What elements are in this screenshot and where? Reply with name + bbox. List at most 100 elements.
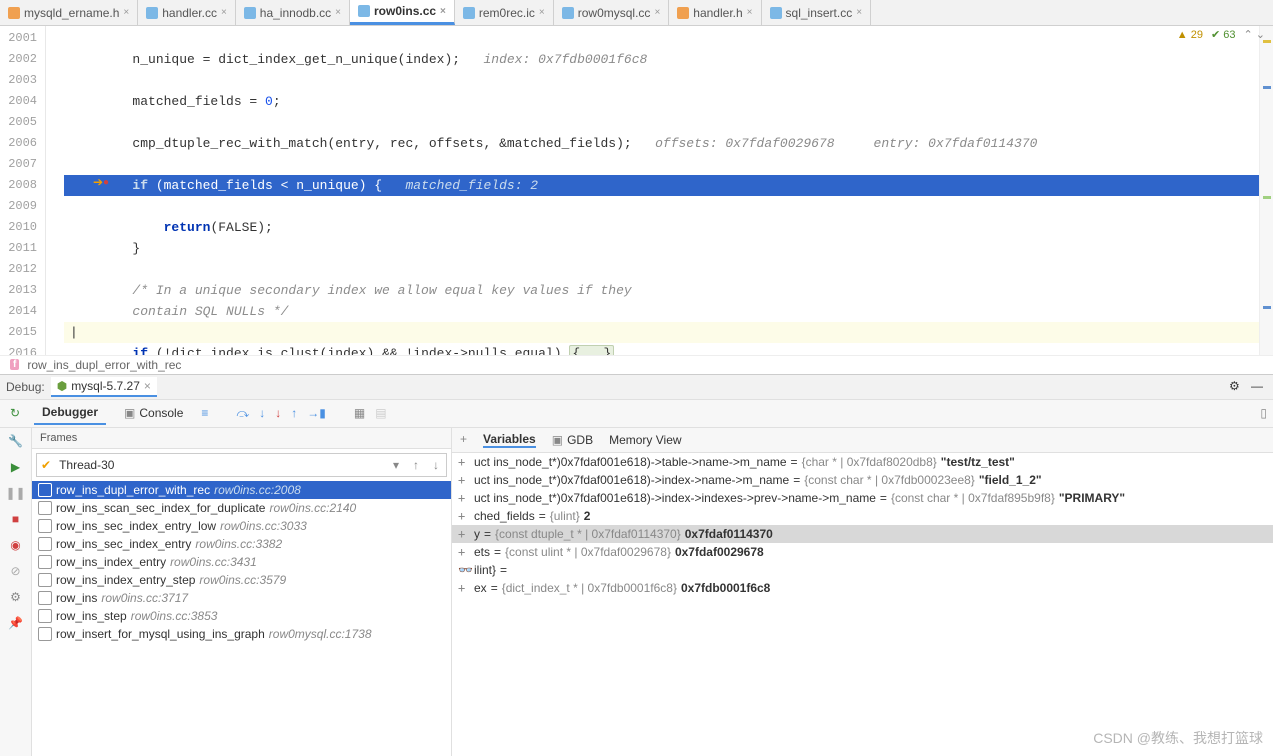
tab-label: sql_insert.cc	[786, 6, 853, 20]
force-step-into-icon[interactable]: ↓	[275, 406, 281, 420]
resume-icon[interactable]: ▶	[7, 458, 25, 476]
var-value: 2	[584, 509, 591, 523]
stack-frame[interactable]: row_ins_sec_index_entry_low row0ins.cc:3…	[32, 517, 451, 535]
editor-tab[interactable]: handler.h×	[669, 0, 761, 25]
show-exec-point-icon[interactable]: ≡	[201, 406, 208, 420]
thread-selector[interactable]: ✔ Thread-30 ▾ ↑ ↓	[36, 453, 447, 477]
var-name: uct ins_node_t*)0x7fdaf001e618)->table->…	[474, 455, 787, 469]
stack-frame[interactable]: row_ins_sec_index_entry row0ins.cc:3382	[32, 535, 451, 553]
gdb-tab[interactable]: ▣GDB	[552, 432, 593, 448]
variable-row[interactable]: + uct ins_node_t*)0x7fdaf001e618)->table-…	[452, 453, 1273, 471]
trace-icon[interactable]: ▤	[375, 406, 386, 420]
frame-function: row_ins_sec_index_entry	[56, 537, 191, 551]
breadcrumb-function[interactable]: row_ins_dupl_error_with_rec	[27, 358, 181, 372]
close-icon[interactable]: ×	[440, 6, 446, 17]
var-value: "PRIMARY"	[1059, 491, 1125, 505]
var-name: uct ins_node_t*)0x7fdaf001e618)->index->…	[474, 491, 876, 505]
stop-icon[interactable]: ■	[7, 510, 25, 528]
variables-tab[interactable]: Variables	[483, 432, 536, 448]
stack-frame[interactable]: row_ins_index_entry row0ins.cc:3431	[32, 553, 451, 571]
editor-tab[interactable]: ha_innodb.cc×	[236, 0, 350, 25]
var-value: 0x7fdb0001f6c8	[681, 581, 770, 595]
editor-tab[interactable]: row0mysql.cc×	[554, 0, 670, 25]
stack-frame[interactable]: row_ins row0ins.cc:3717	[32, 589, 451, 607]
editor-tab[interactable]: handler.cc×	[138, 0, 236, 25]
var-type: {dict_index_t * | 0x7fdb0001f6c8}	[502, 581, 677, 595]
settings-icon[interactable]: ⚙	[7, 588, 25, 606]
frame-icon	[38, 627, 52, 641]
close-icon[interactable]: ×	[654, 7, 660, 18]
minimize-icon[interactable]: —	[1251, 379, 1267, 395]
step-into-icon[interactable]: ↓	[259, 406, 265, 420]
expand-icon[interactable]: +	[458, 581, 470, 595]
stack-frame[interactable]: row_insert_for_mysql_using_ins_graph row…	[32, 625, 451, 643]
minimap[interactable]	[1259, 26, 1273, 355]
console-tab[interactable]: ▣Console	[116, 402, 191, 424]
view-breakpoints-icon[interactable]: ◉	[7, 536, 25, 554]
variable-row[interactable]: + uct ins_node_t*)0x7fdaf001e618)->index-…	[452, 489, 1273, 507]
pin-icon[interactable]: 📌	[7, 614, 25, 632]
code-view[interactable]: n_unique = dict_index_get_n_unique(index…	[64, 26, 1259, 355]
add-watch-icon[interactable]: +	[460, 432, 467, 448]
step-out-icon[interactable]: ↑	[291, 406, 297, 420]
frame-function: row_ins_index_entry_step	[56, 573, 195, 587]
variable-row[interactable]: +ex = {dict_index_t * | 0x7fdb0001f6c8} …	[452, 579, 1273, 597]
stack-frame[interactable]: row_ins_scan_sec_index_for_duplicate row…	[32, 499, 451, 517]
mute-breakpoints-icon[interactable]: ⊘	[7, 562, 25, 580]
frame-icon	[38, 555, 52, 569]
debugger-tab[interactable]: Debugger	[34, 401, 106, 425]
step-over-icon[interactable]: ⤼	[236, 406, 249, 421]
variable-row[interactable]: 👓ilint} =	[452, 561, 1273, 579]
debug-side-controls: 🔧 ▶ ❚❚ ■ ◉ ⊘ ⚙ 📌	[0, 428, 32, 756]
editor-tab[interactable]: sql_insert.cc×	[762, 0, 872, 25]
editor-breadcrumb: f row_ins_dupl_error_with_rec	[0, 355, 1273, 374]
expand-icon[interactable]: +	[458, 509, 470, 523]
variable-row[interactable]: +y = {const dtuple_t * | 0x7fdaf0114370}…	[452, 525, 1273, 543]
close-icon[interactable]: ×	[221, 7, 227, 18]
editor-tab[interactable]: rem0rec.ic×	[455, 0, 554, 25]
inspection-status[interactable]: ▲ 29 ✔ 63 ⌃ ⌄	[1177, 28, 1265, 41]
close-icon[interactable]: ×	[123, 7, 129, 18]
expand-icon[interactable]: +	[458, 455, 470, 469]
debug-target-tab[interactable]: ⬢ mysql-5.7.27 ×	[51, 377, 157, 397]
editor-tab[interactable]: mysqld_ername.h×	[0, 0, 138, 25]
variable-row[interactable]: +uct ins_node_t*)0x7fdaf001e618)->index-…	[452, 471, 1273, 489]
stack-frame[interactable]: row_ins_step row0ins.cc:3853	[32, 607, 451, 625]
expand-icon[interactable]: +	[458, 527, 470, 541]
breakpoint-marker[interactable]: ➔●	[93, 174, 109, 190]
stack-frame[interactable]: row_ins_dupl_error_with_rec row0ins.cc:2…	[32, 481, 451, 499]
ok-count: 63	[1223, 29, 1235, 41]
expand-icon[interactable]: +	[458, 491, 470, 505]
tool-icon[interactable]: 🔧	[7, 432, 25, 450]
run-to-cursor-icon[interactable]: →▮	[307, 406, 326, 420]
stack-frame[interactable]: row_ins_index_entry_step row0ins.cc:3579	[32, 571, 451, 589]
frame-location: row0mysql.cc:1738	[269, 627, 372, 641]
variable-row[interactable]: +ets = {const ulint * | 0x7fdaf0029678} …	[452, 543, 1273, 561]
var-name: ched_fields	[474, 509, 535, 523]
close-icon[interactable]: ×	[856, 7, 862, 18]
close-icon[interactable]: ×	[539, 7, 545, 18]
next-frame-icon[interactable]: ↓	[426, 458, 446, 472]
gear-icon[interactable]: ⚙	[1229, 379, 1245, 395]
var-type: {const char * | 0x7fdaf895b9f8}	[891, 491, 1055, 505]
evaluate-icon[interactable]: ▦	[354, 406, 365, 420]
close-icon[interactable]: ×	[335, 7, 341, 18]
expand-icon[interactable]: +	[458, 473, 470, 487]
memory-view-tab[interactable]: Memory View	[609, 432, 681, 448]
expand-icon[interactable]: 👓	[458, 563, 470, 577]
file-icon	[8, 7, 20, 19]
pause-icon[interactable]: ❚❚	[7, 484, 25, 502]
rerun-icon[interactable]: ↻	[6, 404, 24, 422]
function-badge-icon: f	[10, 359, 19, 370]
layout-icon[interactable]: ▯	[1260, 406, 1267, 420]
prev-frame-icon[interactable]: ↑	[406, 458, 426, 472]
expand-icon[interactable]: +	[458, 545, 470, 559]
var-type: {ulint}	[550, 509, 580, 523]
dropdown-icon[interactable]: ▾	[386, 458, 406, 472]
editor-tab[interactable]: row0ins.cc×	[350, 0, 455, 25]
close-icon[interactable]: ×	[747, 7, 753, 18]
frame-icon	[38, 537, 52, 551]
close-icon[interactable]: ×	[144, 379, 151, 393]
variable-row[interactable]: +ched_fields = {ulint} 2	[452, 507, 1273, 525]
var-name: ets	[474, 545, 490, 559]
